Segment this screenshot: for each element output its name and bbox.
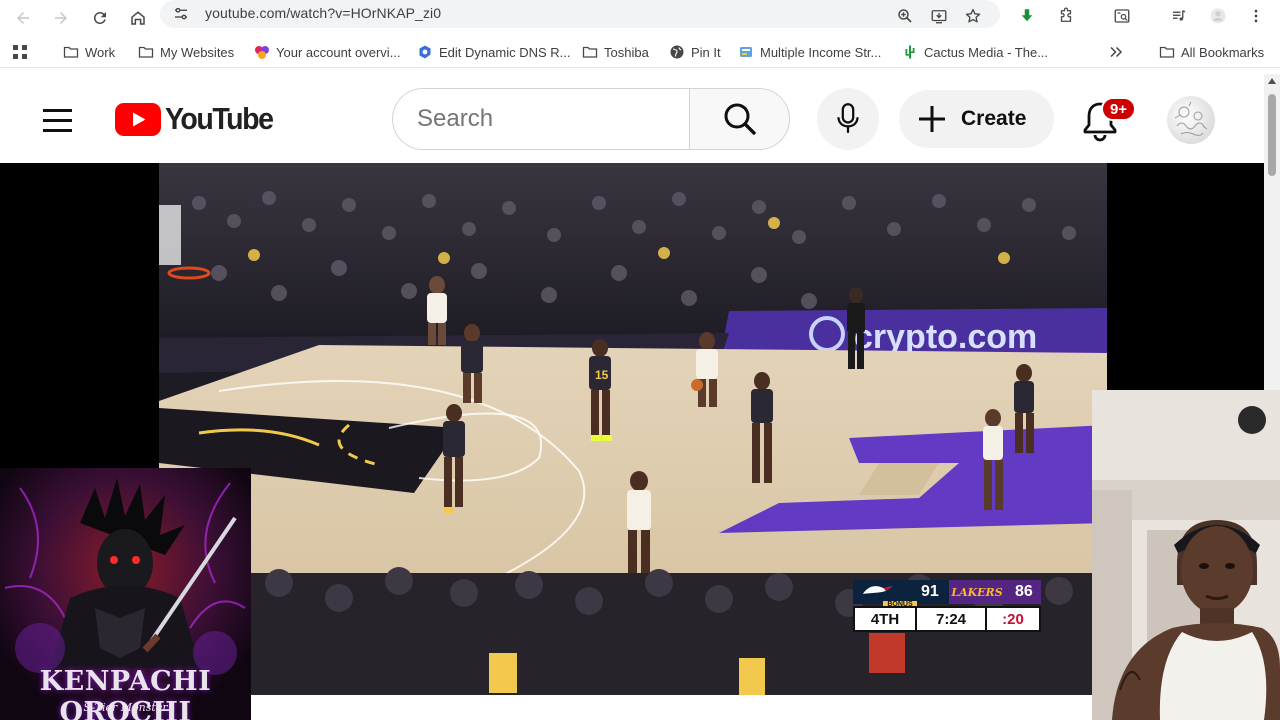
shot-clock: :20 (1002, 610, 1024, 628)
lakers-logo-text: LAKERS (951, 585, 1003, 599)
site-info-icon[interactable] (172, 5, 190, 23)
voice-search-button[interactable] (817, 88, 879, 150)
bookmark-label: Work (85, 44, 116, 60)
create-button[interactable]: Create (899, 90, 1054, 148)
search-button[interactable] (689, 88, 790, 150)
svg-text:15: 15 (595, 368, 609, 382)
home-score: 91 (921, 583, 939, 600)
bookmark-work[interactable]: Work (63, 42, 115, 62)
reading-mode-icon[interactable] (1110, 4, 1134, 28)
folder-icon (63, 46, 79, 58)
install-icon[interactable] (927, 4, 951, 28)
address-bar[interactable]: youtube.com/watch?v=HOrNKAP_zi0 (160, 0, 1000, 28)
webcam-overlay (1092, 390, 1280, 720)
bookmark-label: Edit Dynamic DNS R... (439, 44, 571, 60)
game-clock: 7:24 (935, 610, 967, 628)
account-favicon (255, 46, 269, 59)
hamburger-menu-icon[interactable] (37, 102, 77, 138)
cactus-favicon (905, 45, 915, 59)
folder-icon (138, 46, 154, 58)
media-control-icon[interactable] (1167, 4, 1191, 28)
game-scorebug: 91 LAKERS 86 BONUS 4TH 7:24 :20 (853, 580, 1041, 632)
notification-count-badge: 9+ (1101, 97, 1136, 121)
extensions-icon[interactable] (1054, 4, 1078, 28)
income-favicon (740, 47, 752, 57)
bookmark-label: Toshiba (604, 44, 649, 60)
bookmark-cactus-media[interactable]: Cactus Media - The... (902, 42, 1048, 62)
scroll-thumb[interactable] (1268, 94, 1276, 176)
bookmark-star-icon[interactable] (961, 4, 985, 28)
youtube-logo[interactable]: YouTube (115, 101, 282, 136)
account-avatar[interactable] (1167, 96, 1215, 144)
youtube-play-icon (115, 102, 161, 136)
all-bookmarks-label: All Bookmarks (1181, 44, 1265, 60)
bookmark-multiple-income[interactable]: Multiple Income Str... (738, 42, 881, 62)
bookmark-account-overview[interactable]: Your account overvi... (254, 42, 401, 62)
bookmarks-bar: Work My Websites Your account overvi... … (0, 36, 1280, 68)
streamer-artwork-overlay: KENPACHI OROCHI S-Tier Monster (0, 468, 251, 720)
bookmark-my-websites[interactable]: My Websites (138, 42, 234, 62)
bookmark-pin-it[interactable]: Pin It (669, 42, 721, 62)
bookmark-toshiba[interactable]: Toshiba (582, 42, 649, 62)
back-icon[interactable] (9, 4, 37, 32)
all-bookmarks[interactable]: All Bookmarks (1159, 42, 1264, 62)
folder-icon (1159, 46, 1175, 58)
more-icon[interactable] (1244, 4, 1268, 28)
browser-toolbar: youtube.com/watch?v=HOrNKAP_zi0 (0, 0, 1280, 36)
home-icon[interactable] (124, 4, 152, 32)
microphone-icon (837, 103, 859, 133)
scroll-up-icon[interactable] (1268, 78, 1276, 84)
apps-icon[interactable] (12, 42, 28, 62)
scorebug-away: LAKERS 86 (949, 580, 1041, 604)
quarter-label: 4TH (870, 610, 900, 628)
url-text[interactable]: youtube.com/watch?v=HOrNKAP_zi0 (205, 5, 441, 21)
globe-icon (670, 45, 684, 59)
search-box (392, 88, 690, 150)
plus-icon (919, 106, 945, 132)
artwork-subtitle: S-Tier Monster (83, 701, 168, 714)
youtube-logo-text: YouTube (165, 101, 274, 136)
folder-icon (582, 46, 598, 58)
bookmark-label: Your account overvi... (276, 44, 401, 60)
zoom-icon[interactable] (893, 4, 917, 28)
more-bookmarks-icon[interactable] (1108, 42, 1124, 62)
bookmark-label: Pin It (691, 44, 721, 60)
away-score: 86 (1015, 583, 1033, 600)
forward-icon[interactable] (47, 4, 75, 32)
bookmark-label: Multiple Income Str... (760, 44, 882, 60)
dns-favicon (419, 45, 431, 59)
scorebug-clock-row: 4TH 7:24 :20 (853, 606, 1041, 632)
search-icon (724, 103, 756, 135)
below-player-area (250, 695, 1092, 720)
download-icon[interactable] (1015, 4, 1039, 28)
youtube-header: YouTube Create 9+ (0, 74, 1264, 162)
bookmark-dynamic-dns[interactable]: Edit Dynamic DNS R... (417, 42, 570, 62)
arena-sign-text: crypto.com (854, 318, 1037, 356)
search-input[interactable] (417, 103, 677, 135)
reload-icon[interactable] (86, 4, 114, 32)
bookmark-label: My Websites (160, 44, 235, 60)
profile-icon[interactable] (1206, 4, 1230, 28)
bookmark-label: Cactus Media - The... (924, 44, 1049, 60)
create-label: Create (961, 107, 1027, 130)
webcam-person-image (1092, 390, 1280, 720)
